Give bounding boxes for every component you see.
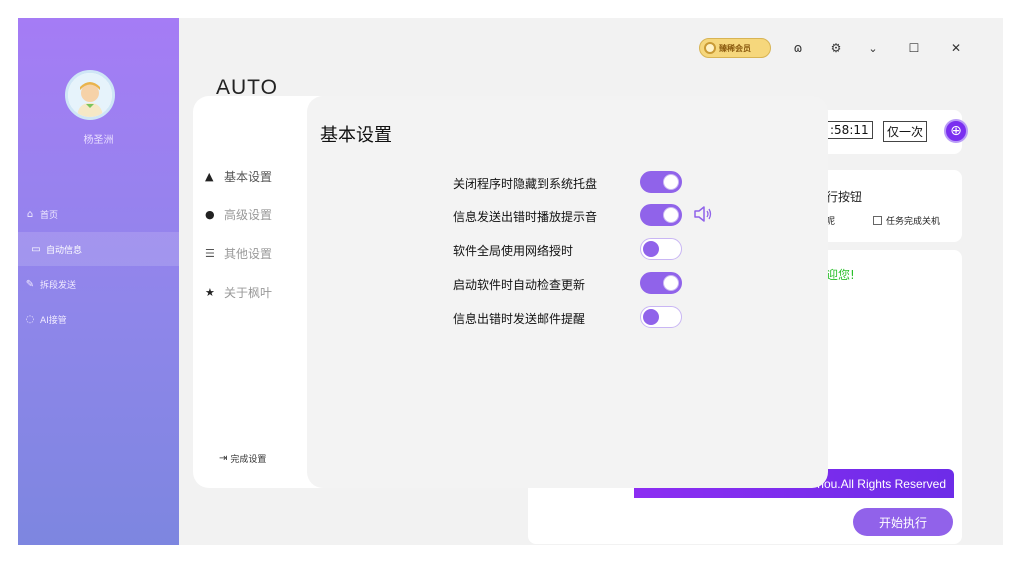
robot-icon: ◌: [25, 313, 35, 325]
settings-nav-about[interactable]: ★ 关于枫叶: [205, 284, 272, 301]
execute-button-title: 行按钮: [826, 190, 863, 204]
message-icon: ▭: [31, 243, 41, 255]
vip-label: 臻稀会员: [719, 43, 751, 53]
toggle-hide-to-tray[interactable]: [640, 171, 682, 193]
pen-icon: ✎: [25, 278, 35, 290]
settings-nav-basic[interactable]: ▲ 基本设置: [205, 168, 272, 185]
toggle-knob: [663, 174, 679, 190]
checkbox-box: [873, 216, 882, 225]
settings-nav-label: 关于枫叶: [224, 286, 273, 300]
sidebar: 杨圣洲 ⌂ 首页 ▭ 自动信息 ✎ 拆段发送 ◌ AI接管: [18, 18, 179, 545]
toggle-knob: [643, 241, 659, 257]
setting-label-network-time: 软件全局使用网络授时: [453, 244, 574, 258]
sidebar-item-label: AI接管: [40, 315, 67, 326]
toggle-knob: [663, 207, 679, 223]
avatar-icon: [68, 73, 112, 117]
checkbox-shutdown-label: 任务完成关机: [886, 217, 941, 227]
list-icon: ☰: [205, 247, 215, 260]
vip-badge[interactable]: 臻稀会员: [699, 38, 771, 58]
avatar[interactable]: [65, 70, 115, 120]
toggle-error-sound[interactable]: [640, 204, 682, 226]
sidebar-item-ai-takeover[interactable]: ◌ AI接管: [18, 302, 179, 336]
vip-icon: [704, 42, 716, 54]
frequency-select[interactable]: 仅一次: [883, 121, 928, 142]
sidebar-item-auto-message[interactable]: ▭ 自动信息: [18, 232, 179, 266]
dot-icon: ●: [205, 208, 215, 221]
setting-label-auto-update: 启动软件时自动检查更新: [453, 278, 586, 292]
close-icon[interactable]: ✕: [946, 38, 966, 58]
headset-icon[interactable]: ɷ: [788, 38, 808, 58]
sidebar-item-label: 自动信息: [46, 245, 83, 256]
done-settings-label: 完成设置: [230, 455, 267, 465]
sidebar-item-split-send[interactable]: ✎ 拆段发送: [18, 267, 179, 301]
setting-label-error-sound: 信息发送出错时播放提示音: [453, 210, 598, 224]
settings-nav-label: 高级设置: [224, 208, 273, 222]
star-icon: ★: [205, 286, 215, 299]
settings-nav-label: 其他设置: [224, 247, 273, 261]
sidebar-item-label: 首页: [40, 210, 59, 221]
add-button[interactable]: ⊕: [944, 119, 968, 143]
settings-nav-other[interactable]: ☰ 其他设置: [205, 245, 272, 262]
username: 杨圣洲: [83, 135, 114, 146]
welcome-text: 迎您!: [826, 268, 855, 282]
chevron-down-icon[interactable]: ⌄: [863, 38, 883, 58]
sidebar-item-home[interactable]: ⌂ 首页: [18, 197, 179, 231]
speaker-icon[interactable]: [693, 205, 713, 223]
time-input[interactable]: :58:11: [826, 121, 873, 139]
toggle-email-alert[interactable]: [640, 306, 682, 328]
execute-panel: [810, 170, 962, 242]
done-settings-button[interactable]: ⇥ 完成设置: [219, 452, 266, 465]
maximize-icon[interactable]: ☐: [904, 38, 924, 58]
settings-nav-label: 基本设置: [224, 170, 273, 184]
toggle-network-time[interactable]: [640, 238, 682, 260]
panel-title: 基本设置: [320, 125, 392, 146]
footer-text: nou.All Rights Reserved: [817, 476, 946, 491]
home-icon: ⌂: [26, 208, 34, 220]
settings-nav-advanced[interactable]: ● 高级设置: [205, 206, 272, 223]
home-icon: ▲: [205, 170, 214, 183]
start-button[interactable]: 开始执行: [853, 508, 953, 536]
toggle-knob: [663, 275, 679, 291]
setting-label-email-alert: 信息出错时发送邮件提醒: [453, 312, 586, 326]
setting-label-hide-to-tray: 关闭程序时隐藏到系统托盘: [453, 177, 598, 191]
checkbox-shutdown[interactable]: 任务完成关机: [873, 214, 940, 227]
gear-icon[interactable]: ⚙: [826, 38, 846, 58]
sidebar-item-label: 拆段发送: [40, 280, 77, 291]
toggle-auto-update[interactable]: [640, 272, 682, 294]
exit-icon: ⇥: [219, 453, 228, 464]
toggle-knob: [643, 309, 659, 325]
